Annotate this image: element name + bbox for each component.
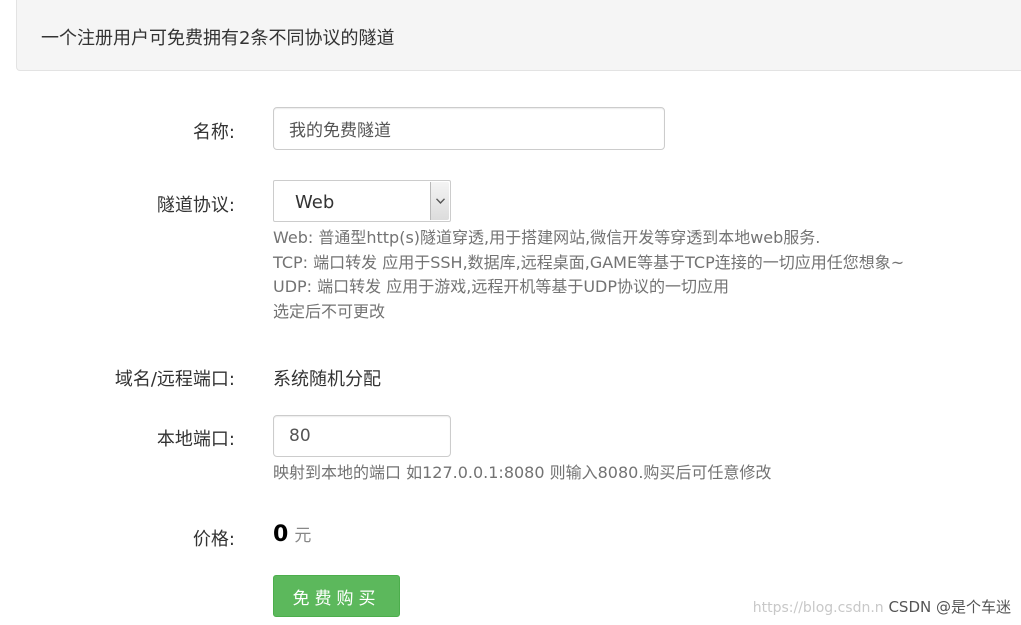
domain-value: 系统随机分配 (273, 369, 381, 390)
protocol-label: 隧道协议: (156, 195, 235, 216)
name-input-value: 我的免费隧道 (289, 121, 391, 141)
local-port-input-value: 80 (289, 426, 311, 446)
price-amount: 0 (273, 522, 289, 547)
protocol-help: Web: 普通型http(s)隧道穿透,用于搭建网站,微信开发等穿透到本地web… (273, 226, 904, 324)
name-label: 名称: (192, 122, 235, 143)
notice-banner: 一个注册用户可免费拥有2条不同协议的隧道 (16, 0, 1021, 71)
protocol-select-value: Web (295, 192, 335, 213)
free-buy-button[interactable]: 免费购买 (273, 575, 400, 617)
name-input[interactable]: 我的免费隧道 (273, 107, 665, 150)
watermark-url: https://blog.csdn.n (752, 600, 884, 616)
local-port-label: 本地端口: (156, 429, 235, 450)
notice-text: 一个注册用户可免费拥有2条不同协议的隧道 (41, 28, 395, 49)
domain-label: 域名/远程端口: (114, 369, 235, 390)
price-label: 价格: (192, 529, 235, 550)
local-port-help: 映射到本地的端口 如127.0.0.1:8080 则输入8080.购买后可任意修… (273, 463, 772, 482)
protocol-help-udp: UDP: 端口转发 应用于游戏,远程开机等基于UDP协议的一切应用 (273, 277, 730, 296)
chevron-down-icon[interactable] (430, 182, 449, 220)
protocol-help-web: Web: 普通型http(s)隧道穿透,用于搭建网站,微信开发等穿透到本地web… (273, 228, 821, 247)
price-unit: 元 (294, 526, 312, 546)
protocol-select[interactable]: Web (273, 180, 451, 222)
watermark: https://blog.csdn.n CSDN @是个车迷 (753, 596, 1011, 617)
protocol-help-tcp: TCP: 端口转发 应用于SSH,数据库,远程桌面,GAME等基于TCP连接的一… (273, 252, 905, 272)
price-display: 0元 (273, 521, 311, 547)
local-port-input[interactable]: 80 (273, 415, 451, 457)
protocol-help-note: 选定后不可更改 (273, 301, 386, 321)
watermark-brand: CSDN @是个车迷 (888, 598, 1011, 616)
